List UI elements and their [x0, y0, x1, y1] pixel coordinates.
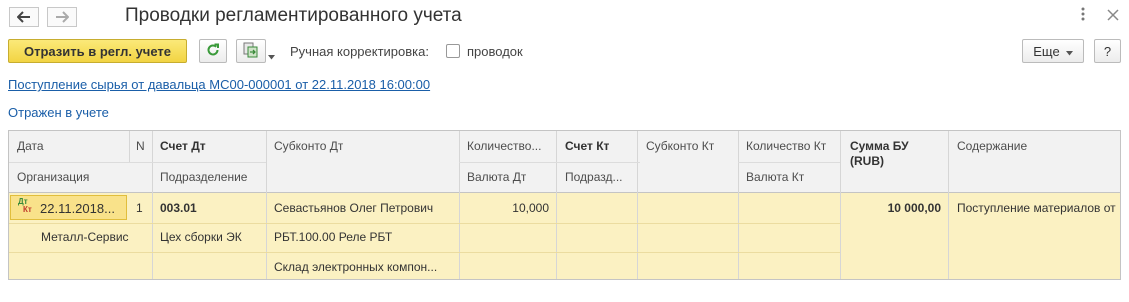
col-subconto-dt-header[interactable]: Субконто Дт [274, 139, 343, 153]
row-subconto-dt-3: Склад электронных компон... [274, 260, 438, 274]
arrow-right-icon [55, 11, 69, 23]
col-organization-header[interactable]: Организация [17, 170, 89, 184]
more-button-label: Еще [1033, 43, 1060, 59]
row-quantity-dt: 10,000 [512, 201, 549, 215]
help-button[interactable]: ? [1094, 39, 1121, 63]
row-amount: 10 000,00 [887, 201, 941, 215]
row-content: Поступление материалов от [957, 201, 1116, 215]
page-title: Проводки регламентированного учета [125, 5, 462, 26]
row-division: Цех сборки ЭК [160, 230, 242, 244]
post-to-regulated-accounting-button[interactable]: Отразить в регл. учете [8, 39, 187, 63]
col-subconto-kt-header[interactable]: Субконто Кт [646, 139, 714, 153]
close-icon[interactable] [1107, 8, 1119, 26]
row-organization: Металл-Сервис [41, 230, 129, 244]
col-date-header[interactable]: Дата [17, 139, 44, 153]
col-currency-dt-header[interactable]: Валюта Дт [467, 170, 526, 184]
col-division-kt-header[interactable]: Подразд... [565, 170, 635, 184]
manual-correction-checkbox[interactable] [446, 44, 460, 58]
export-dropdown-chevron-icon[interactable] [268, 48, 275, 63]
row-account-dt: 003.01 [160, 201, 197, 215]
help-icon: ? [1103, 43, 1112, 59]
col-division-header[interactable]: Подразделение [160, 170, 247, 184]
row-date: 22.11.2018... [40, 201, 115, 216]
more-button[interactable]: Еще [1022, 39, 1084, 63]
refresh-icon [206, 43, 220, 60]
postings-table: Дата N Счет Дт Субконто Дт Количество...… [8, 130, 1121, 280]
refresh-button[interactable] [199, 39, 227, 63]
col-currency-kt-header[interactable]: Валюта Кт [746, 170, 804, 184]
source-document-link[interactable]: Поступление сырья от давальца МС00-00000… [8, 77, 430, 92]
col-n-header[interactable]: N [136, 139, 145, 153]
manual-correction-label: Ручная корректировка: [290, 44, 429, 59]
col-quantity-kt-header[interactable]: Количество Кт [746, 139, 826, 153]
kt-icon: Кт [23, 205, 32, 214]
col-quantity-dt-header[interactable]: Количество... [467, 139, 551, 153]
arrow-left-icon [17, 11, 31, 23]
kebab-menu-icon[interactable] [1080, 6, 1086, 27]
col-amount-unit: (RUB) [850, 154, 884, 168]
col-content-header[interactable]: Содержание [957, 139, 1027, 153]
row-n: 1 [136, 201, 143, 215]
export-button[interactable] [236, 39, 266, 63]
col-amount-header[interactable]: Сумма БУ [850, 139, 909, 153]
manual-correction-checkbox-label[interactable]: проводок [467, 44, 523, 59]
row-subconto-dt-2: РБТ.100.00 Реле РБТ [274, 230, 393, 244]
primary-button-label: Отразить в регл. учете [23, 43, 171, 59]
col-account-kt-header[interactable]: Счет Кт [565, 139, 609, 153]
back-button[interactable] [9, 7, 39, 27]
row-subconto-dt-1: Севастьянов Олег Петрович [274, 201, 434, 215]
forward-button[interactable] [47, 7, 77, 27]
col-account-dt-header[interactable]: Счет Дт [160, 139, 206, 153]
chevron-down-icon [1065, 44, 1073, 59]
posting-status-link[interactable]: Отражен в учете [8, 105, 109, 120]
export-icon [242, 42, 260, 61]
